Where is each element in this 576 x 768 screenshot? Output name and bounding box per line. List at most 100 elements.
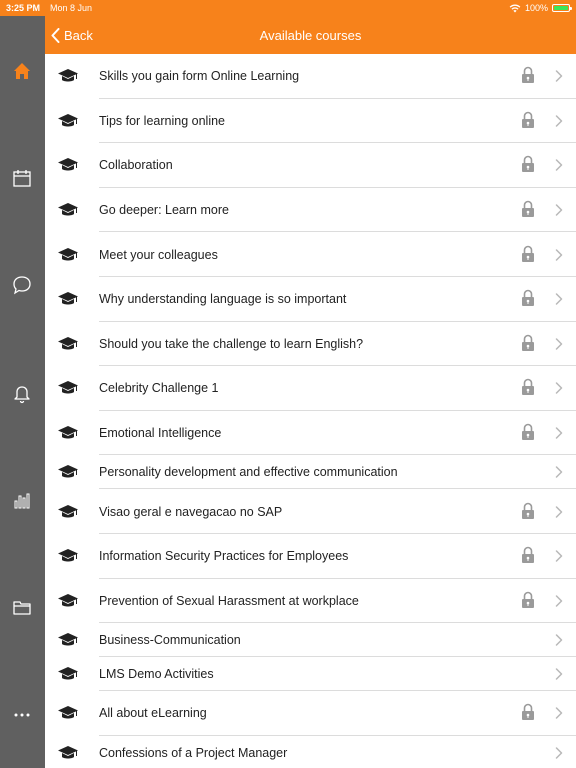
graduation-cap-icon: [58, 549, 78, 562]
graduation-cap-icon: [58, 336, 78, 350]
chevron-right-icon: [555, 595, 563, 607]
chevron-right-icon: [555, 550, 563, 563]
folder-icon[interactable]: [11, 596, 33, 618]
graduation-cap-icon: [58, 158, 78, 171]
back-button[interactable]: Back: [51, 16, 93, 54]
status-time: 3:25 PM: [6, 3, 41, 13]
course-title: Why understanding language is so importa…: [99, 292, 347, 307]
chevron-right-icon: [555, 382, 563, 395]
graduation-cap-icon: [58, 706, 78, 719]
course-item[interactable]: Emotional Intelligence: [45, 411, 576, 456]
graduation-cap-icon: [58, 633, 78, 646]
chevron-right-icon: [555, 747, 563, 759]
bar-chart-icon[interactable]: [11, 489, 33, 511]
course-title: Celebrity Challenge 1: [99, 381, 219, 396]
battery-icon: [552, 4, 572, 12]
course-item[interactable]: Information Security Practices for Emplo…: [45, 534, 576, 579]
wifi-icon: [509, 4, 521, 12]
chat-icon[interactable]: [11, 274, 33, 296]
lock-icon: [522, 502, 534, 519]
course-item[interactable]: Meet your colleagues: [45, 232, 576, 277]
chevron-right-icon: [555, 159, 563, 172]
graduation-cap-icon: [58, 292, 78, 305]
graduation-cap-icon: [58, 247, 78, 261]
chevron-right-icon: [555, 427, 563, 439]
course-title: Confessions of a Project Manager: [99, 745, 288, 760]
lock-icon: [522, 379, 534, 396]
course-item[interactable]: Collaboration: [45, 143, 576, 188]
navigation-bar: Available courses Back: [45, 16, 576, 54]
course-title: Information Security Practices for Emplo…: [99, 549, 349, 564]
course-title: All about eLearning: [99, 706, 207, 721]
graduation-cap-icon: [58, 504, 78, 518]
lock-icon: [522, 156, 534, 173]
chevron-right-icon: [555, 248, 563, 261]
course-title: Go deeper: Learn more: [99, 203, 229, 218]
course-title: Business-Communication: [99, 633, 241, 648]
course-title: Skills you gain form Online Learning: [99, 69, 300, 84]
more-icon[interactable]: [11, 704, 33, 726]
graduation-cap-icon: [58, 69, 78, 82]
course-title: Prevention of Sexual Harassment at workp…: [99, 593, 359, 608]
chevron-right-icon: [555, 338, 563, 350]
course-item[interactable]: LMS Demo Activities: [45, 657, 576, 692]
lock-icon: [522, 67, 534, 84]
lock-icon: [522, 334, 534, 351]
course-title: Visao geral e navegacao no SAP: [99, 504, 283, 519]
chevron-right-icon: [555, 707, 563, 720]
graduation-cap-icon: [58, 465, 78, 478]
course-item[interactable]: Visao geral e navegacao no SAP: [45, 489, 576, 534]
sidebar: [0, 16, 45, 768]
status-date: Mon 8 Jun: [50, 3, 93, 13]
course-title: Collaboration: [99, 158, 173, 173]
course-item[interactable]: Business-Communication: [45, 623, 576, 658]
lock-icon: [522, 245, 534, 262]
chevron-right-icon: [555, 204, 563, 216]
course-item[interactable]: All about eLearning: [45, 691, 576, 736]
graduation-cap-icon: [58, 381, 78, 394]
course-item[interactable]: Celebrity Challenge 1: [45, 366, 576, 411]
course-title: LMS Demo Activities: [99, 667, 214, 682]
battery-level: [554, 6, 568, 10]
lock-icon: [522, 704, 534, 721]
course-title: Emotional Intelligence: [99, 426, 222, 441]
course-item[interactable]: Why understanding language is so importa…: [45, 277, 576, 322]
course-item[interactable]: Tips for learning online: [45, 99, 576, 144]
course-title: Personality development and effective co…: [99, 465, 398, 480]
status-bar: 3:25 PM Mon 8 Jun 100%: [0, 0, 576, 16]
calendar-icon[interactable]: [11, 167, 33, 189]
chevron-left-icon: [51, 27, 60, 43]
home-icon[interactable]: [11, 60, 33, 82]
chevron-right-icon: [555, 634, 563, 646]
chevron-right-icon: [555, 115, 563, 127]
course-item[interactable]: Personality development and effective co…: [45, 455, 576, 490]
lock-icon: [522, 290, 534, 307]
chevron-right-icon: [555, 70, 563, 83]
course-title: Tips for learning online: [99, 113, 225, 128]
lock-icon: [522, 111, 534, 128]
page-title: Available courses: [259, 27, 362, 43]
course-item[interactable]: Prevention of Sexual Harassment at workp…: [45, 579, 576, 624]
course-item[interactable]: Confessions of a Project Manager: [45, 736, 576, 768]
lock-icon: [522, 547, 534, 564]
status-right: 100%: [509, 3, 572, 13]
graduation-cap-icon: [58, 426, 78, 439]
lock-icon: [522, 591, 534, 608]
course-item[interactable]: Should you take the challenge to learn E…: [45, 322, 576, 367]
course-title: Meet your colleagues: [99, 247, 218, 262]
chevron-right-icon: [555, 505, 563, 518]
graduation-cap-icon: [58, 113, 78, 127]
graduation-cap-icon: [58, 593, 78, 607]
chevron-right-icon: [555, 293, 563, 306]
graduation-cap-icon: [58, 667, 78, 680]
graduation-cap-icon: [58, 745, 78, 759]
graduation-cap-icon: [58, 203, 78, 216]
chevron-right-icon: [555, 466, 563, 479]
course-title: Should you take the challenge to learn E…: [99, 336, 364, 351]
course-item[interactable]: Skills you gain form Online Learning: [45, 54, 576, 99]
lock-icon: [522, 200, 534, 218]
course-item[interactable]: Go deeper: Learn more: [45, 188, 576, 233]
bell-icon[interactable]: [11, 382, 33, 404]
chevron-right-icon: [555, 668, 563, 680]
back-label: Back: [64, 27, 93, 43]
